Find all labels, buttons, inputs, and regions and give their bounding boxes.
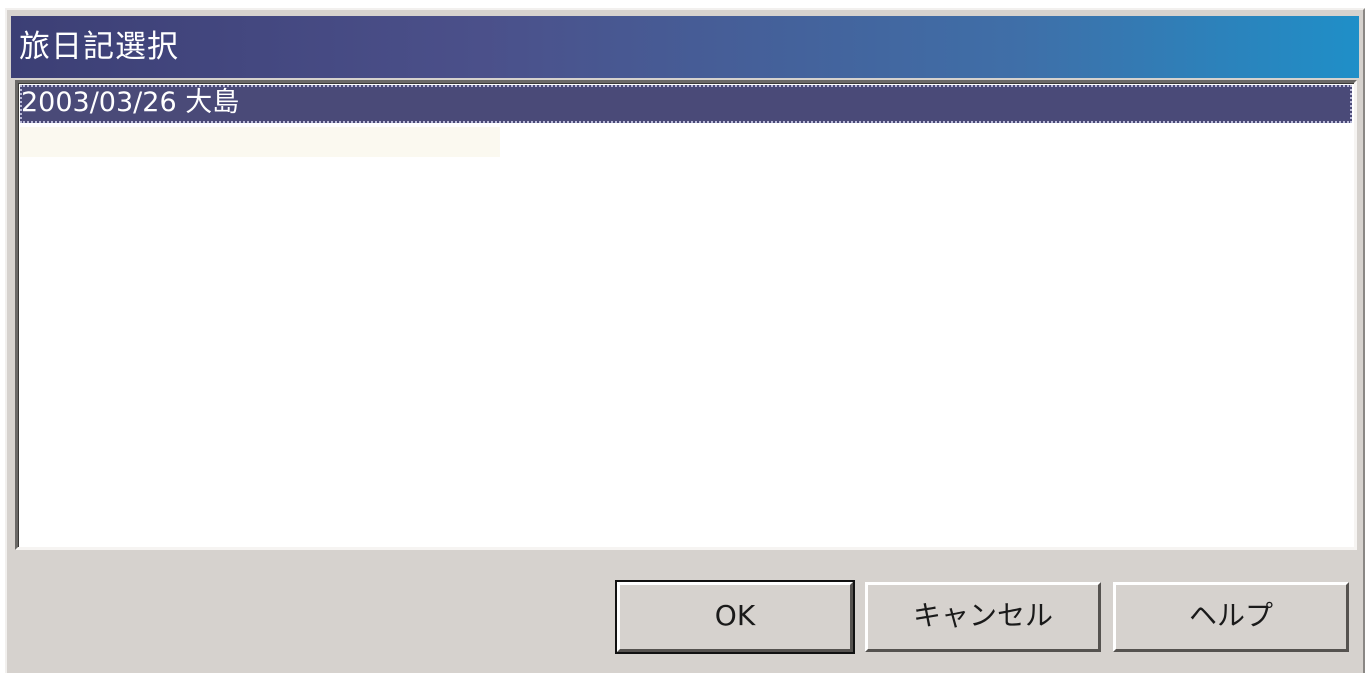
diary-listbox[interactable]: 2003/03/26 大島	[15, 80, 1357, 550]
dialog-title-bar[interactable]: 旅日記選択	[11, 16, 1359, 78]
list-row-empty	[20, 127, 500, 157]
cancel-button-label: キャンセル	[912, 599, 1053, 632]
help-button[interactable]: ヘルプ	[1113, 582, 1349, 652]
travel-diary-select-dialog: 旅日記選択 2003/03/26 大島 OK キャンセル ヘルプ	[5, 8, 1365, 673]
list-item[interactable]: 2003/03/26 大島	[20, 85, 1352, 123]
cancel-button[interactable]: キャンセル	[865, 582, 1101, 652]
help-button-label: ヘルプ	[1188, 599, 1273, 632]
ok-button[interactable]: OK	[615, 580, 855, 654]
list-item-label: 2003/03/26 大島	[21, 87, 240, 118]
dialog-title: 旅日記選択	[19, 29, 179, 65]
ok-button-label: OK	[714, 599, 756, 632]
